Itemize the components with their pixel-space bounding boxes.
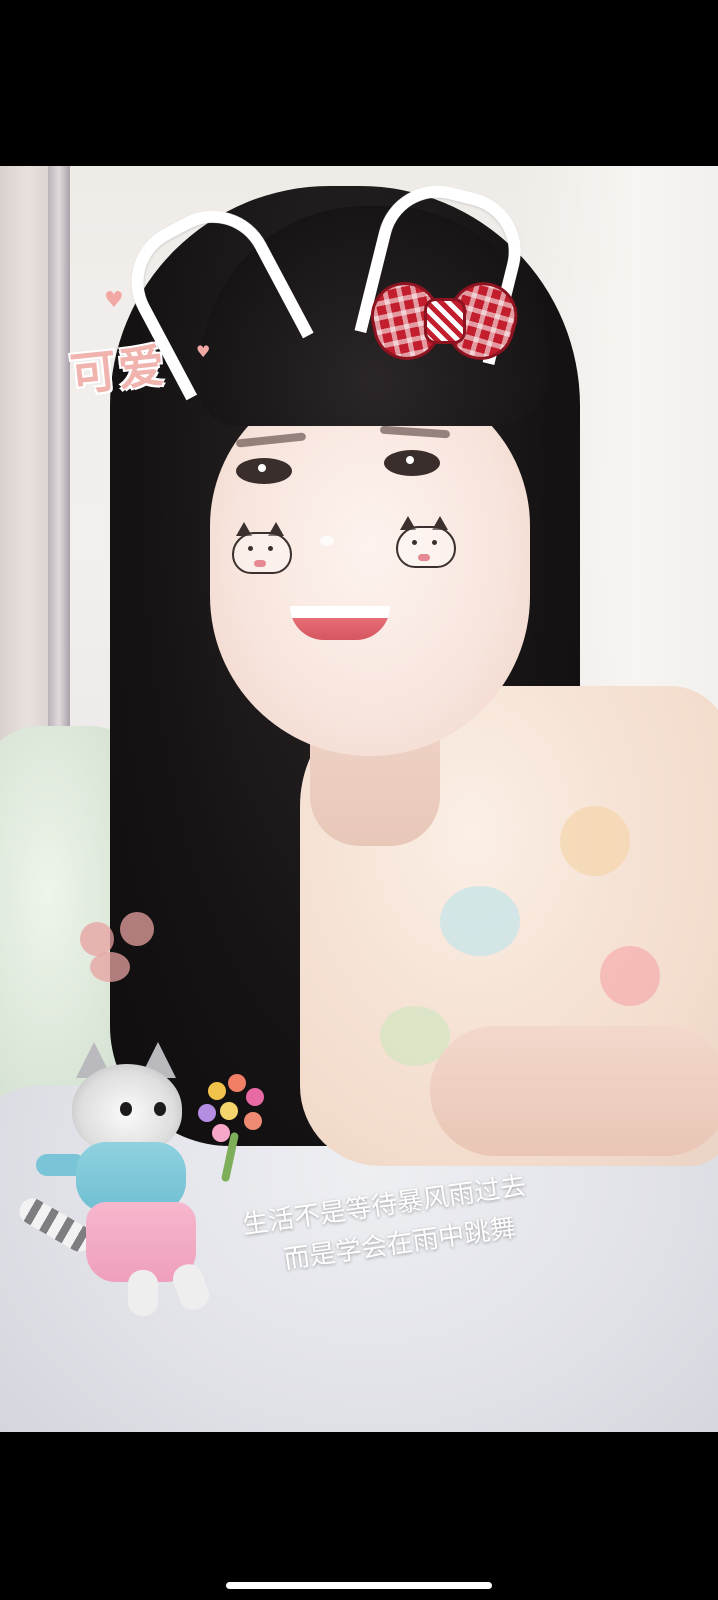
phone-screen: ♥ ♥ 可爱 生活不是等待暴风雨过去 而是学会在雨中跳舞 bbox=[0, 0, 718, 1600]
cat-face-cheek-icon bbox=[392, 516, 456, 568]
cute-sticker-label: 可爱 bbox=[67, 338, 169, 402]
left-eye bbox=[236, 458, 292, 484]
heart-icon: ♥ bbox=[104, 288, 124, 313]
nose-highlight bbox=[320, 536, 334, 546]
right-eye bbox=[384, 450, 440, 476]
cat-with-flowers-icon bbox=[14, 1042, 276, 1342]
home-indicator[interactable] bbox=[226, 1582, 492, 1589]
heart-icon: ♥ bbox=[196, 342, 211, 361]
arm bbox=[430, 1026, 718, 1156]
paw-print-icon bbox=[70, 892, 160, 982]
video-frame[interactable]: ♥ ♥ 可爱 生活不是等待暴风雨过去 而是学会在雨中跳舞 bbox=[0, 166, 718, 1432]
gingham-bow-icon bbox=[364, 272, 526, 372]
cat-face-cheek-icon bbox=[228, 522, 292, 574]
